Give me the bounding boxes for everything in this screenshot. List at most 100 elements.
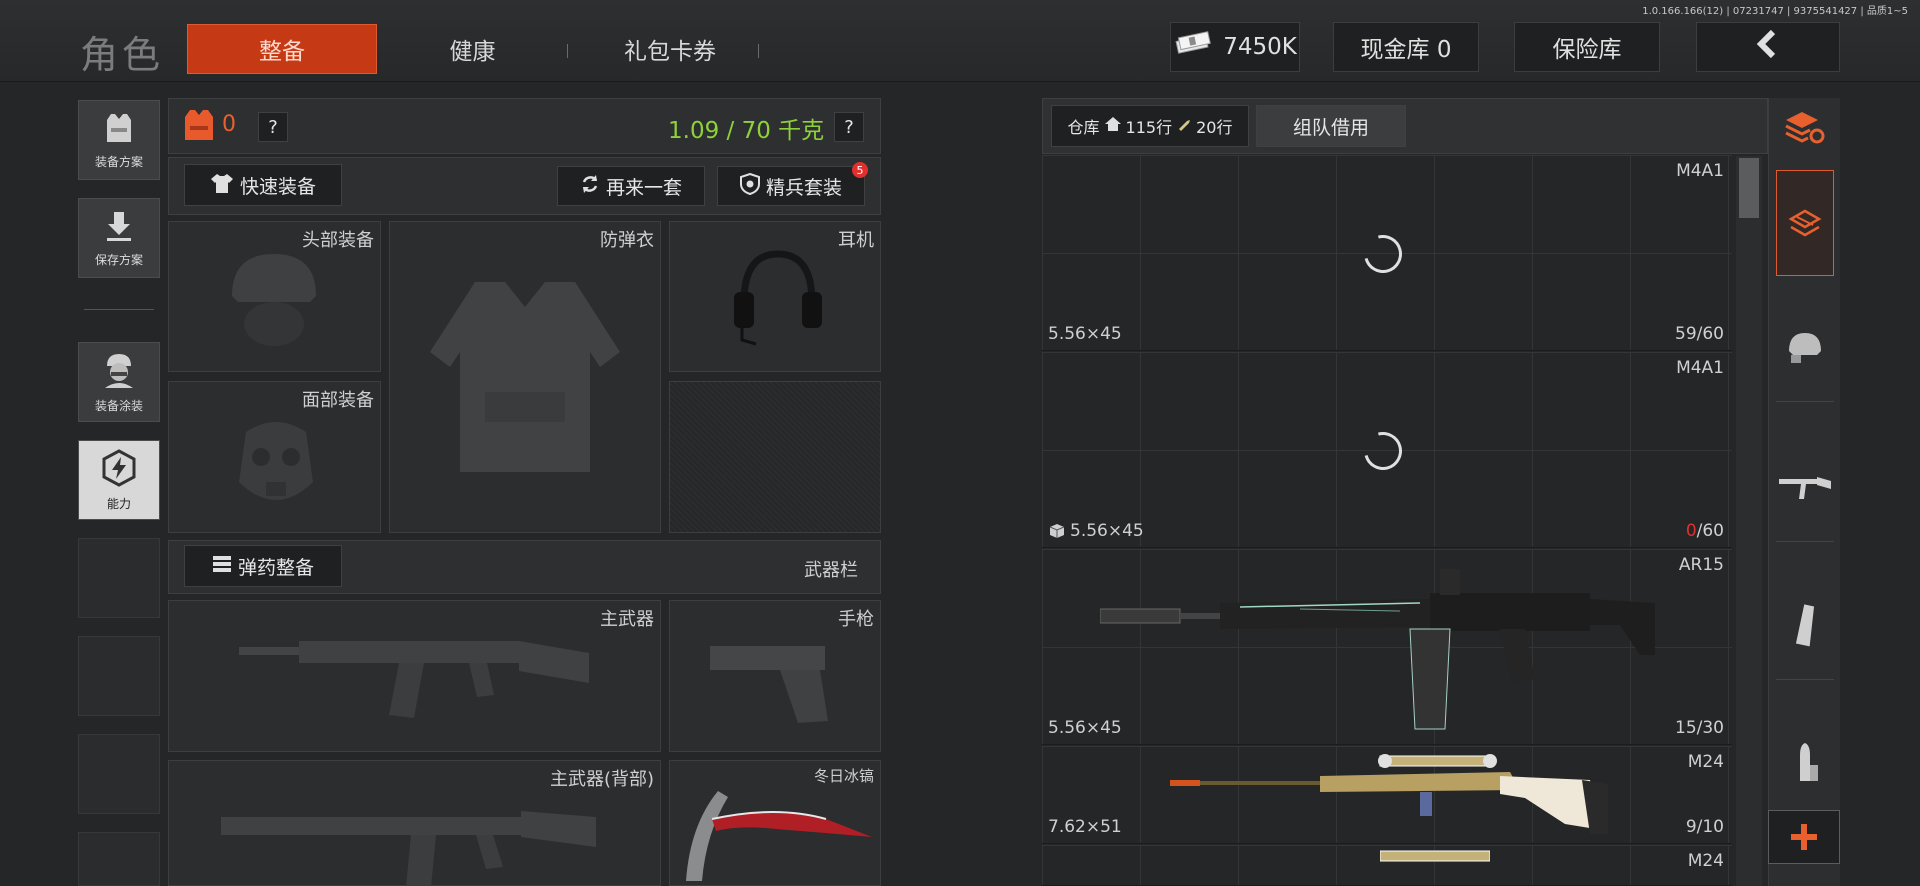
- ammo-rows: 20行: [1196, 118, 1233, 137]
- scrollbar-thumb[interactable]: [1739, 158, 1759, 218]
- again-label: 再来一套: [605, 176, 682, 199]
- magazine-icon: [1795, 603, 1815, 646]
- vest-slot-label: 防弹衣: [600, 230, 654, 251]
- back-weapon-slot[interactable]: 主武器(背部): [168, 760, 661, 886]
- stack-refresh-icon[interactable]: [1782, 106, 1826, 150]
- filter-all-button[interactable]: [1776, 170, 1834, 276]
- ammo-prep-button[interactable]: 弹药整备: [184, 545, 342, 587]
- vest-slot[interactable]: 防弹衣: [389, 221, 661, 533]
- elite-badge: 5: [852, 162, 868, 178]
- back-button[interactable]: [1696, 22, 1840, 72]
- tab-divider: [758, 44, 759, 58]
- quick-equip-label: 快速装备: [239, 175, 316, 198]
- filter-magazine-button[interactable]: [1776, 570, 1834, 680]
- cash-vault-button[interactable]: 现金库 0: [1333, 22, 1479, 72]
- warehouse-scrollbar[interactable]: [1736, 156, 1762, 886]
- primary-weapon-slot[interactable]: 主武器: [168, 600, 661, 752]
- armor-count: 0: [222, 112, 236, 137]
- face-slot[interactable]: 面部装备: [168, 381, 381, 533]
- list-item[interactable]: M4A1 5.56×45 0/60: [1042, 352, 1732, 548]
- refresh-icon: [580, 174, 600, 199]
- again-button[interactable]: 再来一套: [557, 166, 705, 206]
- quick-equip-button[interactable]: 快速装备: [184, 164, 342, 206]
- list-item[interactable]: AR15 5.56×45 15/30: [1042, 549, 1732, 745]
- weapon-name: M4A1: [1676, 358, 1724, 378]
- filter-rifle-button[interactable]: [1776, 432, 1834, 542]
- weight-text: 1.09 / 70 千克: [668, 118, 825, 144]
- melee-slot[interactable]: 冬日冰镐: [669, 760, 881, 886]
- loading-spinner-icon: [1357, 425, 1409, 477]
- armor-icon: [182, 107, 216, 147]
- body-armor-icon: [430, 282, 620, 472]
- helmet-icon: [1789, 332, 1821, 363]
- gas-mask-icon: [239, 422, 313, 500]
- cash-icon: [1173, 31, 1213, 63]
- safe-button[interactable]: 保险库: [1514, 22, 1660, 72]
- list-item[interactable]: M24: [1042, 845, 1732, 886]
- version-text: 1.0.166.166(12) | 07231747 | 9375541427 …: [1642, 6, 1908, 17]
- save-plan-button[interactable]: 保存方案: [78, 198, 160, 278]
- ear-slot-label: 耳机: [838, 230, 874, 251]
- ammo-count: 0/60: [1686, 521, 1724, 541]
- ammo-current-low: 0: [1685, 521, 1697, 541]
- pistol-slot[interactable]: 手枪: [669, 600, 881, 752]
- back-arrow-icon: [1753, 29, 1783, 65]
- filter-helmet-button[interactable]: [1776, 292, 1834, 402]
- empty-nav-slot: [78, 734, 160, 814]
- weapon-name: M4A1: [1676, 161, 1724, 181]
- equip-skin-button[interactable]: 装备涂装: [78, 342, 160, 422]
- list-item[interactable]: M24 7.62×51 9/10: [1042, 746, 1732, 844]
- weapon-bar-label: 武器栏: [804, 560, 858, 581]
- ammo-stack-icon: [212, 554, 232, 579]
- money-display: 7450K: [1170, 22, 1300, 72]
- ar15-rifle-icon: [1100, 569, 1655, 730]
- helmet-icon: [232, 254, 316, 346]
- caliber: 5.56×45: [1048, 324, 1122, 344]
- nav-divider: [84, 309, 154, 310]
- caliber: 7.62×51: [1048, 817, 1122, 837]
- shirt-icon: [210, 172, 234, 199]
- ability-button[interactable]: 能力: [78, 440, 160, 520]
- list-item[interactable]: M4A1 5.56×45 59/60: [1042, 155, 1732, 351]
- assault-rifle-icon: [221, 811, 596, 886]
- team-borrow-button[interactable]: 组队借用: [1256, 105, 1406, 147]
- weight-help-button[interactable]: ?: [834, 112, 864, 142]
- caliber: 5.56×45: [1048, 718, 1122, 738]
- pistol-icon: [710, 646, 828, 723]
- ammo-count: 15/30: [1675, 718, 1724, 738]
- melee-slot-label: 冬日冰镐: [813, 767, 874, 785]
- house-icon: [1104, 116, 1122, 136]
- equip-plan-button[interactable]: 装备方案: [78, 100, 160, 180]
- caliber-with-box: 5.56×45: [1048, 521, 1144, 541]
- bullet-icon: [1800, 743, 1818, 781]
- elite-set-label: 精兵套装: [765, 176, 842, 199]
- elite-set-button[interactable]: 精兵套装: [717, 166, 865, 206]
- tab-gift-cards[interactable]: 礼包卡券: [580, 24, 760, 74]
- head-slot[interactable]: 头部装备: [168, 221, 381, 372]
- tab-health[interactable]: 健康: [390, 24, 555, 74]
- weapon-name: M24: [1687, 752, 1724, 772]
- ammo-icon: [1176, 116, 1192, 136]
- empty-nav-slot: [78, 636, 160, 716]
- primary-weapon-label: 主武器: [600, 609, 654, 630]
- download-icon: [101, 208, 137, 247]
- empty-nav-slot: [78, 832, 160, 886]
- ice-pick-icon: [686, 791, 872, 881]
- headset-icon: [734, 250, 822, 346]
- help-button[interactable]: ?: [258, 112, 288, 142]
- plus-icon: [1791, 824, 1817, 850]
- tab-equip[interactable]: 整备: [187, 24, 377, 74]
- ammo-box-icon: [1049, 524, 1065, 538]
- lightning-hex-icon: [99, 448, 139, 491]
- filter-ammo-button[interactable]: [1776, 708, 1834, 818]
- add-button[interactable]: [1768, 810, 1840, 864]
- warehouse-capacity[interactable]: 仓库 115行 20行: [1051, 105, 1249, 147]
- scope-icon: [1380, 850, 1490, 862]
- tab-divider: [567, 44, 568, 58]
- ability-label: 能力: [106, 497, 131, 511]
- ammo-max: /60: [1696, 521, 1724, 541]
- soldier-icon: [99, 350, 139, 393]
- weapon-name: M24: [1687, 851, 1724, 871]
- ear-slot[interactable]: 耳机: [669, 221, 881, 372]
- page-title: 角色: [80, 33, 165, 77]
